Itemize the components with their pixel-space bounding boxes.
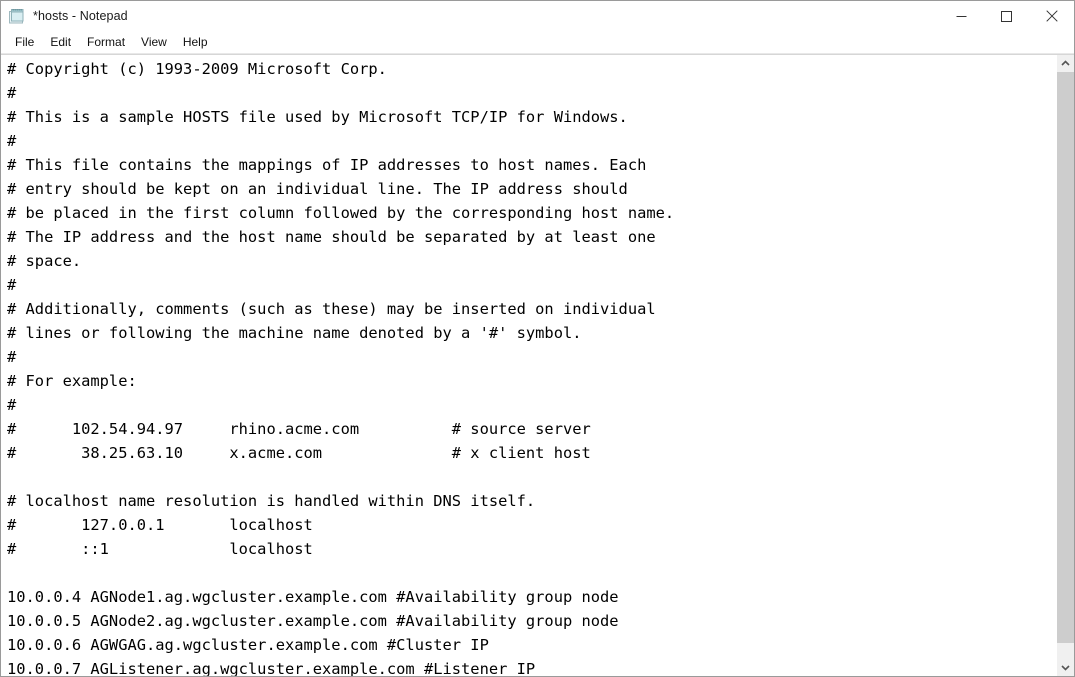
editor-line: # The IP address and the host name shoul…: [7, 228, 656, 246]
menu-item-file[interactable]: File: [7, 33, 42, 52]
vertical-scrollbar[interactable]: [1056, 55, 1074, 676]
maximize-button[interactable]: [984, 1, 1029, 31]
editor-line: # 127.0.0.1 localhost: [7, 516, 313, 534]
title-bar[interactable]: *hosts - Notepad: [1, 1, 1074, 31]
editor-line: #: [7, 132, 17, 150]
editor-area: # Copyright (c) 1993-2009 Microsoft Corp…: [1, 54, 1074, 676]
editor-line: # be placed in the first column followed…: [7, 204, 675, 222]
editor-line: # localhost name resolution is handled w…: [7, 492, 536, 510]
editor-line: #: [7, 276, 17, 294]
editor-line: # This file contains the mappings of IP …: [7, 156, 647, 174]
editor-line: #: [7, 84, 17, 102]
window-controls: [939, 1, 1074, 31]
menu-bar: File Edit Format View Help: [1, 31, 1074, 54]
editor-line: # lines or following the machine name de…: [7, 324, 582, 342]
notepad-window: *hosts - Notepad File Edit Format View H…: [0, 0, 1075, 677]
editor-line: # entry should be kept on an individual …: [7, 180, 628, 198]
menu-item-view[interactable]: View: [133, 33, 175, 52]
editor-line: # ::1 localhost: [7, 540, 313, 558]
editor-line: 10.0.0.7 AGListener.ag.wgcluster.example…: [7, 660, 536, 676]
scroll-up-button[interactable]: [1057, 55, 1074, 72]
text-editor[interactable]: # Copyright (c) 1993-2009 Microsoft Corp…: [1, 55, 1056, 676]
scrollbar-track[interactable]: [1057, 72, 1074, 659]
minimize-button[interactable]: [939, 1, 984, 31]
editor-line: 10.0.0.6 AGWGAG.ag.wgcluster.example.com…: [7, 636, 489, 654]
editor-line: # This is a sample HOSTS file used by Mi…: [7, 108, 628, 126]
scrollbar-thumb[interactable]: [1057, 72, 1074, 643]
editor-line: # Additionally, comments (such as these)…: [7, 300, 656, 318]
menu-item-edit[interactable]: Edit: [42, 33, 79, 52]
close-button[interactable]: [1029, 1, 1074, 31]
window-title: *hosts - Notepad: [33, 9, 128, 23]
title-bar-left: *hosts - Notepad: [1, 8, 939, 25]
editor-line: # For example:: [7, 372, 137, 390]
editor-line: # 38.25.63.10 x.acme.com # x client host: [7, 444, 591, 462]
editor-line: 10.0.0.4 AGNode1.ag.wgcluster.example.co…: [7, 588, 619, 606]
editor-line: # space.: [7, 252, 82, 270]
editor-line: 10.0.0.5 AGNode2.ag.wgcluster.example.co…: [7, 612, 619, 630]
menu-item-help[interactable]: Help: [175, 33, 216, 52]
editor-line: # 102.54.94.97 rhino.acme.com # source s…: [7, 420, 591, 438]
notepad-icon: [8, 8, 25, 25]
menu-item-format[interactable]: Format: [79, 33, 133, 52]
editor-line: #: [7, 396, 17, 414]
editor-line: # Copyright (c) 1993-2009 Microsoft Corp…: [7, 60, 387, 78]
scroll-down-button[interactable]: [1057, 659, 1074, 676]
editor-line: #: [7, 348, 17, 366]
